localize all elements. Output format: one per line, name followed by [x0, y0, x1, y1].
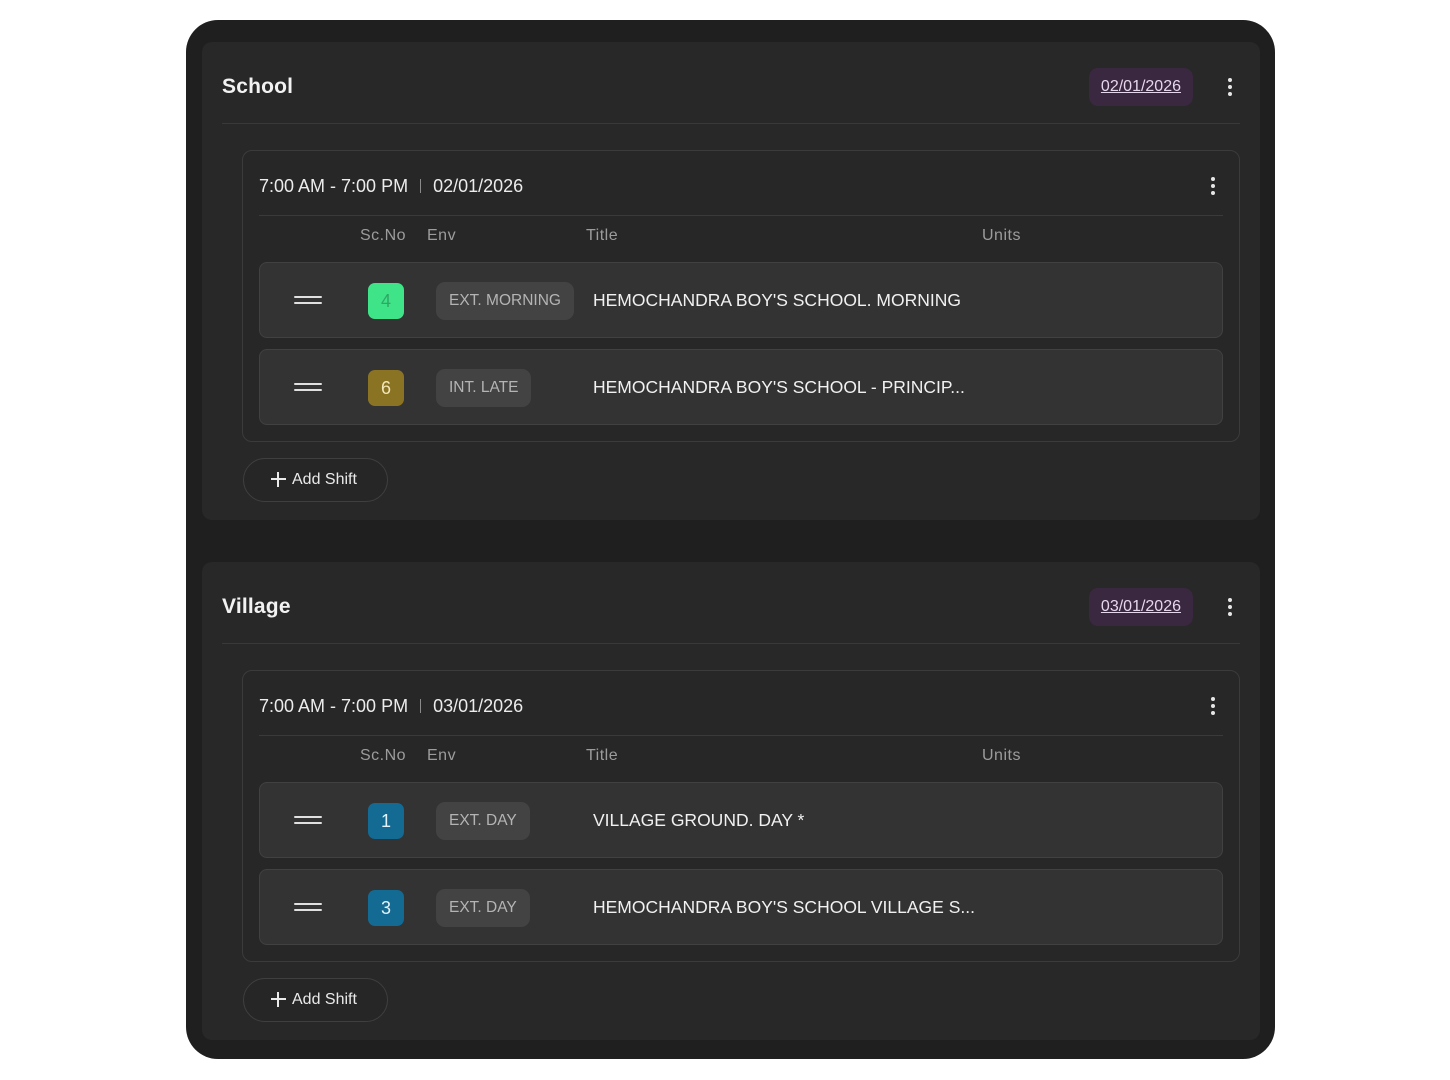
- shift-card: 7:00 AM - 7:00 PM 03/01/2026 Sc.No Env Ti…: [242, 670, 1240, 962]
- drag-handle-icon[interactable]: [294, 380, 322, 394]
- shift-date: 02/01/2026: [433, 176, 524, 196]
- column-header-env: Env: [427, 227, 457, 244]
- location-title: School: [222, 75, 294, 98]
- scene-number-badge: 1: [368, 803, 404, 839]
- shift-time-range: 7:00 AM - 7:00 PM 03/01/2026: [259, 696, 523, 717]
- scene-title: HEMOCHANDRA BOY'S SCHOOL - PRINCIP...: [593, 377, 965, 397]
- divider: [420, 179, 422, 193]
- env-badge: EXT. DAY: [436, 802, 530, 840]
- location-header: School 02/01/2026: [222, 42, 1240, 124]
- shift-card: 7:00 AM - 7:00 PM 02/01/2026 Sc.No Env Ti…: [242, 150, 1240, 442]
- location-header: Village 03/01/2026: [222, 562, 1240, 644]
- add-shift-button[interactable]: Add Shift: [243, 978, 388, 1022]
- scene-row[interactable]: 1 EXT. DAY VILLAGE GROUND. DAY *: [259, 782, 1223, 858]
- env-badge: INT. LATE: [436, 369, 532, 407]
- scene-row[interactable]: 3 EXT. DAY HEMOCHANDRA BOY'S SCHOOL VILL…: [259, 869, 1223, 945]
- shift-header: 7:00 AM - 7:00 PM 02/01/2026: [259, 151, 1223, 216]
- shift-time-range: 7:00 AM - 7:00 PM 02/01/2026: [259, 176, 523, 197]
- location-card-village: Village 03/01/2026 7:00 AM - 7:00 PM 03/0…: [202, 562, 1260, 1040]
- scene-number-badge: 6: [368, 370, 404, 406]
- plus-icon: [271, 992, 286, 1007]
- column-header-title: Title: [586, 227, 619, 244]
- column-header-units: Units: [982, 227, 1021, 244]
- location-date-button[interactable]: 02/01/2026: [1088, 68, 1193, 106]
- add-shift-label: Add Shift: [292, 991, 357, 1008]
- shift-time: 7:00 AM - 7:00 PM: [259, 176, 409, 196]
- column-header-units: Units: [982, 747, 1021, 764]
- location-card-school: School 02/01/2026 7:00 AM - 7:00 PM 02/01…: [202, 42, 1260, 520]
- scene-title: VILLAGE GROUND. DAY *: [593, 810, 805, 830]
- scene-number-badge: 4: [368, 283, 404, 319]
- shift-more-icon[interactable]: [1203, 694, 1223, 718]
- scene-row[interactable]: 4 EXT. MORNING HEMOCHANDRA BOY'S SCHOOL.…: [259, 262, 1223, 338]
- shift-date: 03/01/2026: [433, 696, 524, 716]
- add-shift-button[interactable]: Add Shift: [243, 458, 388, 502]
- drag-handle-icon[interactable]: [294, 813, 322, 827]
- shift-header: 7:00 AM - 7:00 PM 03/01/2026: [259, 671, 1223, 736]
- location-more-icon[interactable]: [1220, 595, 1240, 619]
- column-header-scno: Sc.No: [360, 747, 407, 764]
- column-header-title: Title: [586, 747, 619, 764]
- shift-more-icon[interactable]: [1203, 174, 1223, 198]
- location-title: Village: [222, 595, 291, 618]
- plus-icon: [271, 472, 286, 487]
- scene-title: HEMOCHANDRA BOY'S SCHOOL VILLAGE S...: [593, 897, 975, 917]
- drag-handle-icon[interactable]: [294, 293, 322, 307]
- scene-number-badge: 3: [368, 890, 404, 926]
- add-shift-label: Add Shift: [292, 471, 357, 488]
- location-date-button[interactable]: 03/01/2026: [1088, 588, 1193, 626]
- shift-time: 7:00 AM - 7:00 PM: [259, 696, 409, 716]
- env-badge: EXT. MORNING: [436, 282, 574, 320]
- column-header-scno: Sc.No: [360, 227, 407, 244]
- schedule-panel: School 02/01/2026 7:00 AM - 7:00 PM 02/01…: [186, 20, 1275, 1059]
- column-header-env: Env: [427, 747, 457, 764]
- drag-handle-icon[interactable]: [294, 900, 322, 914]
- scene-row[interactable]: 6 INT. LATE HEMOCHANDRA BOY'S SCHOOL - P…: [259, 349, 1223, 425]
- env-badge: EXT. DAY: [436, 889, 530, 927]
- divider: [420, 699, 422, 713]
- location-more-icon[interactable]: [1220, 75, 1240, 99]
- scene-title: HEMOCHANDRA BOY'S SCHOOL. MORNING: [593, 290, 961, 310]
